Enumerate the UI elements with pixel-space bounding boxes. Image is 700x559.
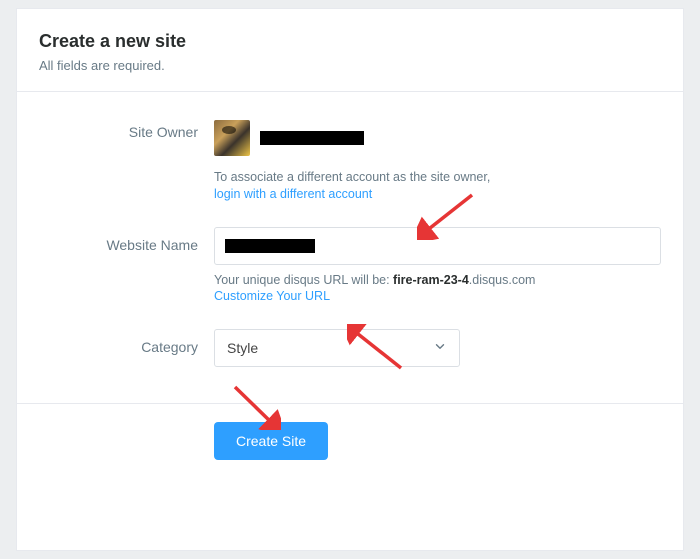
- create-site-card: Create a new site All fields are require…: [16, 8, 684, 551]
- control-category: Style: [214, 329, 661, 367]
- row-website-name: Website Name Your unique disqus URL will…: [39, 227, 661, 303]
- control-website-name: Your unique disqus URL will be: fire-ram…: [214, 227, 661, 303]
- url-slug: fire-ram-23-4: [393, 273, 469, 287]
- url-prefix-text: Your unique disqus URL will be:: [214, 273, 393, 287]
- url-preview: Your unique disqus URL will be: fire-ram…: [214, 273, 661, 287]
- subtitle: All fields are required.: [39, 58, 661, 73]
- login-different-account-link[interactable]: login with a different account: [214, 187, 661, 201]
- card-header: Create a new site All fields are require…: [17, 9, 683, 92]
- associate-help-text: To associate a different account as the …: [214, 168, 661, 187]
- control-site-owner: To associate a different account as the …: [214, 120, 661, 201]
- category-select[interactable]: Style: [214, 329, 460, 367]
- card-body: Site Owner To associate a different acco…: [17, 92, 683, 404]
- page-title: Create a new site: [39, 31, 661, 52]
- customize-url-link[interactable]: Customize Your URL: [214, 289, 661, 303]
- footer-spacer: [39, 422, 214, 460]
- owner-line: [214, 120, 661, 156]
- label-site-owner: Site Owner: [39, 120, 214, 201]
- website-name-input[interactable]: [214, 227, 661, 265]
- avatar: [214, 120, 250, 156]
- url-suffix: .disqus.com: [469, 273, 536, 287]
- row-site-owner: Site Owner To associate a different acco…: [39, 120, 661, 201]
- card-footer: Create Site: [17, 404, 683, 478]
- row-category: Category Style: [39, 329, 661, 367]
- chevron-down-icon: [433, 339, 447, 356]
- create-site-button[interactable]: Create Site: [214, 422, 328, 460]
- owner-name-redacted: [260, 131, 364, 145]
- label-website-name: Website Name: [39, 227, 214, 303]
- website-name-value-redacted: [225, 239, 315, 253]
- label-category: Category: [39, 329, 214, 367]
- category-selected-value: Style: [227, 340, 258, 356]
